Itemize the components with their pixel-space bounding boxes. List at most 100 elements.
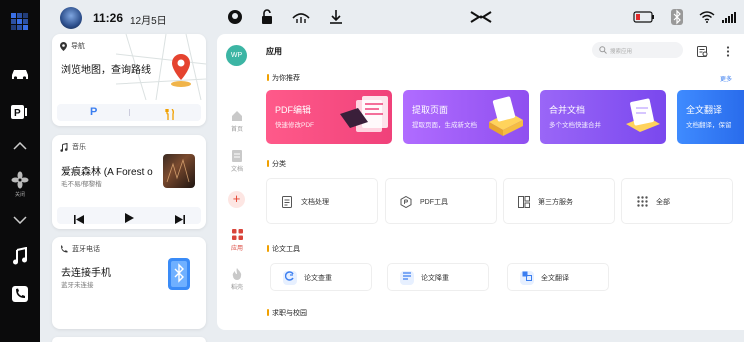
promo-card-extract-pages[interactable]: 提取页面 提取页面，生成新文档 (403, 90, 529, 144)
bluetooth-icon (668, 8, 686, 26)
fan-icon[interactable] (8, 168, 32, 192)
page-title: 应用 (266, 47, 282, 56)
rail-item-home[interactable]: 首页 (217, 110, 257, 133)
driver-profile-icon[interactable] (226, 8, 244, 26)
status-date: 12月5日 (130, 16, 167, 27)
tool-reduce-duplication[interactable]: 论文降重 (387, 263, 489, 291)
translate-icon (520, 271, 534, 285)
tool-full-translation[interactable]: 全文翻译 (507, 263, 609, 291)
unlock-icon[interactable] (258, 8, 276, 26)
app-logo-icon[interactable] (8, 10, 32, 34)
battery-icon (632, 8, 656, 26)
phone-card-subtitle: 蓝牙未连接 (61, 282, 94, 289)
rail-item-apps[interactable]: 应用 (217, 229, 257, 252)
svg-text:P: P (14, 108, 21, 119)
restaurant-shortcut-icon[interactable] (165, 107, 175, 125)
scan-file-icon[interactable] (697, 44, 708, 62)
rail-item-docs-label: 文档 (230, 167, 243, 173)
left-dock: P 关闭 (0, 0, 40, 342)
promo-card-title: 全文翻译 (686, 105, 723, 115)
fan-label: 关闭 (14, 192, 25, 198)
phone-card-label: 蓝牙电话 (72, 246, 100, 253)
flame-icon (231, 268, 243, 280)
navigation-card[interactable]: 导航 浏览地图，查询路线 P (52, 34, 206, 126)
album-cover (163, 154, 195, 188)
tool-plagiarism-check[interactable]: 论文查重 (270, 263, 372, 291)
thesis-section-title: 论文工具 (267, 245, 300, 253)
check-icon (283, 271, 297, 285)
promo-card-title: 合并文档 (549, 105, 586, 115)
bluetooth-phone-card[interactable]: 蓝牙电话 去连接手机 蓝牙未连接 (52, 237, 206, 329)
next-widget-card (52, 337, 206, 342)
search-placeholder: 搜索应用 (610, 49, 633, 55)
rail-item-home-label: 首页 (230, 127, 243, 133)
tool-label: 全文翻译 (541, 275, 569, 282)
career-section-title: 求职与校园 (267, 309, 307, 317)
rail-item-apps-label: 应用 (230, 246, 243, 252)
extract-pages-illustration-icon (489, 96, 523, 136)
tool-label: 论文查重 (304, 275, 332, 282)
promo-card-subtitle: 提取页面，生成新文档 (412, 122, 477, 129)
navigation-card-label: 导航 (71, 43, 85, 50)
search-icon (599, 46, 607, 54)
category-label: 全部 (656, 199, 670, 206)
bluetooth-phone-icon (167, 257, 191, 296)
chevron-down-icon[interactable] (8, 208, 32, 232)
map-pin-icon (166, 52, 196, 93)
rail-item-docs[interactable]: 文档 (217, 150, 257, 173)
tool-label: 论文降重 (421, 275, 449, 282)
phone-small-icon (61, 245, 68, 253)
pdf-icon (400, 195, 412, 209)
promo-card-pdf-edit[interactable]: PDF编辑 快速修改PDF (266, 90, 392, 144)
promo-card-title: 提取页面 (412, 105, 449, 115)
category-section-title: 分类 (267, 160, 286, 168)
song-title: 爱痕森林 (A Forest o (61, 167, 153, 178)
car-icon[interactable] (8, 62, 32, 86)
more-options-icon[interactable] (726, 44, 730, 62)
phone-icon[interactable] (8, 282, 32, 306)
navigation-card-header: 导航 (60, 41, 85, 51)
doc-icon (281, 196, 293, 208)
parking-icon[interactable]: P (8, 100, 32, 124)
promo-card-translate[interactable]: 全文翻译 文档翻译，保留 (677, 90, 744, 144)
download-icon[interactable] (327, 8, 345, 26)
create-new-button[interactable]: + (228, 191, 245, 208)
music-card-header: 音乐 (60, 142, 86, 152)
nav-quick-bar: P (57, 104, 201, 121)
status-bar: 11:26 12月5日 (40, 0, 744, 34)
next-track-icon[interactable] (175, 211, 185, 229)
user-avatar[interactable] (60, 7, 82, 29)
promo-card-merge-docs[interactable]: 合并文档 多个文档快速合并 (540, 90, 666, 144)
search-box[interactable]: 搜索应用 (592, 42, 683, 58)
category-label: PDF工具 (420, 199, 448, 206)
music-card[interactable]: 音乐 爱痕森林 (A Forest o 毛不易/郁黎楷 (52, 135, 206, 229)
category-label: 第三方服务 (538, 199, 573, 206)
song-artist: 毛不易/郁黎楷 (61, 181, 102, 188)
divider (129, 109, 130, 116)
rail-item-docer[interactable]: 稻壳 (217, 268, 257, 291)
category-third-party[interactable]: 第三方服务 (503, 178, 615, 224)
music-note-icon (60, 142, 68, 152)
category-pdf-tools[interactable]: PDF工具 (385, 178, 497, 224)
recommend-section-title: 为你推荐 (267, 74, 300, 82)
grid-icon (518, 196, 530, 208)
previous-track-icon[interactable] (74, 211, 84, 229)
category-doc-processing[interactable]: 文档处理 (266, 178, 378, 224)
wifi-icon (698, 8, 716, 26)
document-icon (231, 150, 243, 162)
phone-card-header: 蓝牙电话 (60, 244, 100, 254)
music-icon[interactable] (8, 244, 32, 268)
pdf-edit-illustration-icon (340, 96, 388, 132)
app-rail: WP 首页 文档 + 应用 稻壳 (217, 34, 257, 330)
promo-card-title: PDF编辑 (275, 105, 312, 115)
category-label: 文档处理 (301, 199, 329, 206)
parking-shortcut-button[interactable]: P (90, 106, 97, 118)
account-avatar[interactable]: WP (226, 45, 247, 66)
defrost-icon[interactable] (292, 8, 310, 26)
recommend-more-link[interactable]: 更多 (720, 74, 732, 83)
chevron-up-icon[interactable] (8, 134, 32, 158)
brand-logo-icon (470, 8, 492, 26)
category-all[interactable]: 全部 (621, 178, 733, 224)
play-icon[interactable] (125, 210, 134, 228)
apps-grid-icon (231, 229, 243, 241)
